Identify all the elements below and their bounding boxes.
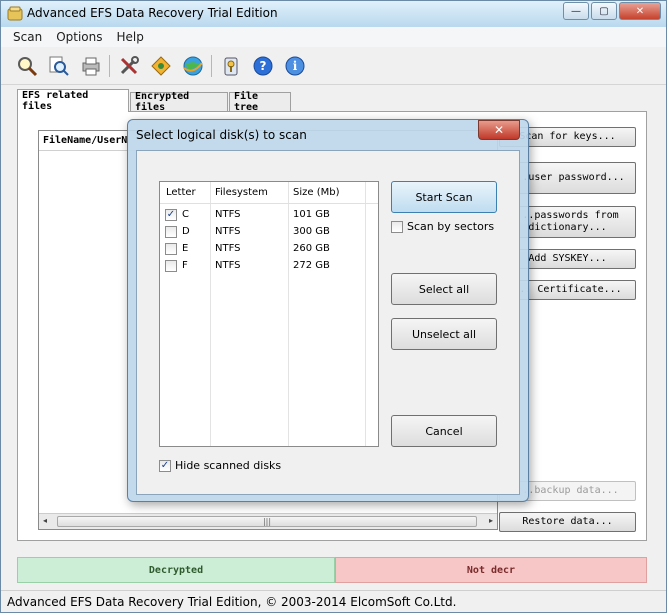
disk-filesystem: NTFS bbox=[215, 209, 241, 220]
hide-scanned-checkbox[interactable]: ✓ bbox=[159, 460, 171, 472]
close-button[interactable]: ✕ bbox=[619, 2, 661, 20]
tab-efs-related-files[interactable]: EFS related files bbox=[17, 89, 129, 112]
tab-file-tree[interactable]: File tree bbox=[229, 91, 291, 113]
unselect-all-button[interactable]: Unselect all bbox=[391, 318, 497, 350]
maximize-button[interactable]: ▢ bbox=[591, 2, 617, 20]
minimize-icon: — bbox=[571, 5, 581, 17]
cancel-button[interactable]: Cancel bbox=[391, 415, 497, 447]
not-decrypted-status: Not decr bbox=[335, 557, 647, 583]
select-disks-dialog: Select logical disk(s) to scan ✕ Letter … bbox=[127, 119, 529, 502]
scan-icon[interactable] bbox=[15, 54, 39, 78]
column-letter[interactable]: Letter bbox=[166, 187, 196, 198]
status-bar: Advanced EFS Data Recovery Trial Edition… bbox=[1, 590, 666, 612]
disk-checkbox[interactable] bbox=[165, 260, 177, 272]
disk-list-header: Letter Filesystem Size (Mb) bbox=[160, 182, 378, 204]
horizontal-scrollbar[interactable]: ◂ ||| ▸ bbox=[39, 513, 497, 529]
disk-size: 272 GB bbox=[293, 260, 330, 271]
disk-letter: F bbox=[182, 260, 188, 271]
disk-row[interactable]: E NTFS 260 GB bbox=[160, 241, 378, 258]
minimize-button[interactable]: — bbox=[563, 2, 589, 20]
disk-checkbox[interactable]: ✓ bbox=[165, 209, 177, 221]
menu-scan[interactable]: Scan bbox=[13, 30, 42, 44]
start-scan-button[interactable]: Start Scan bbox=[391, 181, 497, 213]
dialog-close-button[interactable]: ✕ bbox=[478, 120, 520, 140]
svg-text:?: ? bbox=[260, 59, 267, 73]
printer-icon[interactable] bbox=[79, 54, 103, 78]
disk-letter: C bbox=[182, 209, 189, 220]
disk-letter: D bbox=[182, 226, 190, 237]
recover-icon[interactable] bbox=[149, 54, 173, 78]
menu-bar: Scan Options Help bbox=[1, 27, 666, 47]
disk-size: 300 GB bbox=[293, 226, 330, 237]
disk-size: 260 GB bbox=[293, 243, 330, 254]
menu-options[interactable]: Options bbox=[56, 30, 102, 44]
info-icon[interactable]: i bbox=[283, 54, 307, 78]
scroll-right-icon[interactable]: ▸ bbox=[489, 516, 493, 525]
disk-filesystem: NTFS bbox=[215, 226, 241, 237]
svg-text:i: i bbox=[293, 59, 298, 73]
dialog-body: Letter Filesystem Size (Mb) ✓ C NTFS 101… bbox=[136, 150, 520, 495]
scan-by-sectors-checkbox[interactable] bbox=[391, 221, 403, 233]
toolbar: ? i bbox=[1, 47, 666, 85]
column-filesystem[interactable]: Filesystem bbox=[215, 187, 268, 198]
disk-size: 101 GB bbox=[293, 209, 330, 220]
dialog-title: Select logical disk(s) to scan bbox=[136, 128, 307, 142]
scroll-left-icon[interactable]: ◂ bbox=[43, 516, 47, 525]
tools-icon[interactable] bbox=[117, 54, 141, 78]
disk-list[interactable]: Letter Filesystem Size (Mb) ✓ C NTFS 101… bbox=[159, 181, 379, 447]
disk-filesystem: NTFS bbox=[215, 260, 241, 271]
disk-row[interactable]: ✓ C NTFS 101 GB bbox=[160, 207, 378, 224]
window-title: Advanced EFS Data Recovery Trial Edition bbox=[27, 6, 278, 20]
close-icon: ✕ bbox=[493, 123, 505, 137]
scroll-thumb[interactable]: ||| bbox=[57, 516, 477, 527]
app-icon bbox=[7, 6, 23, 21]
help-icon[interactable]: ? bbox=[251, 54, 275, 78]
decryption-status: Decrypted Not decr bbox=[17, 557, 647, 583]
disk-filesystem: NTFS bbox=[215, 243, 241, 254]
toolbar-separator bbox=[211, 55, 212, 77]
disk-letter: E bbox=[182, 243, 189, 254]
close-icon: ✕ bbox=[635, 5, 645, 17]
maximize-icon: ▢ bbox=[599, 5, 609, 17]
disk-row[interactable]: F NTFS 272 GB bbox=[160, 258, 378, 275]
title-bar: Advanced EFS Data Recovery Trial Edition… bbox=[1, 1, 666, 27]
scan-by-sectors-label[interactable]: Scan by sectors bbox=[407, 220, 494, 233]
decrypted-status: Decrypted bbox=[17, 557, 335, 583]
menu-help[interactable]: Help bbox=[117, 30, 144, 44]
restore-data-button[interactable]: Restore data... bbox=[499, 512, 636, 532]
toolbar-separator bbox=[109, 55, 110, 77]
column-size[interactable]: Size (Mb) bbox=[293, 187, 339, 198]
tab-encrypted-files[interactable]: Encrypted files bbox=[130, 91, 228, 113]
keys-icon[interactable] bbox=[219, 54, 243, 78]
select-all-button[interactable]: Select all bbox=[391, 273, 497, 305]
search-icon[interactable] bbox=[47, 54, 71, 78]
disk-checkbox[interactable] bbox=[165, 226, 177, 238]
hide-scanned-label[interactable]: Hide scanned disks bbox=[175, 459, 281, 472]
disk-checkbox[interactable] bbox=[165, 243, 177, 255]
internet-icon[interactable] bbox=[181, 54, 205, 78]
disk-row[interactable]: D NTFS 300 GB bbox=[160, 224, 378, 241]
